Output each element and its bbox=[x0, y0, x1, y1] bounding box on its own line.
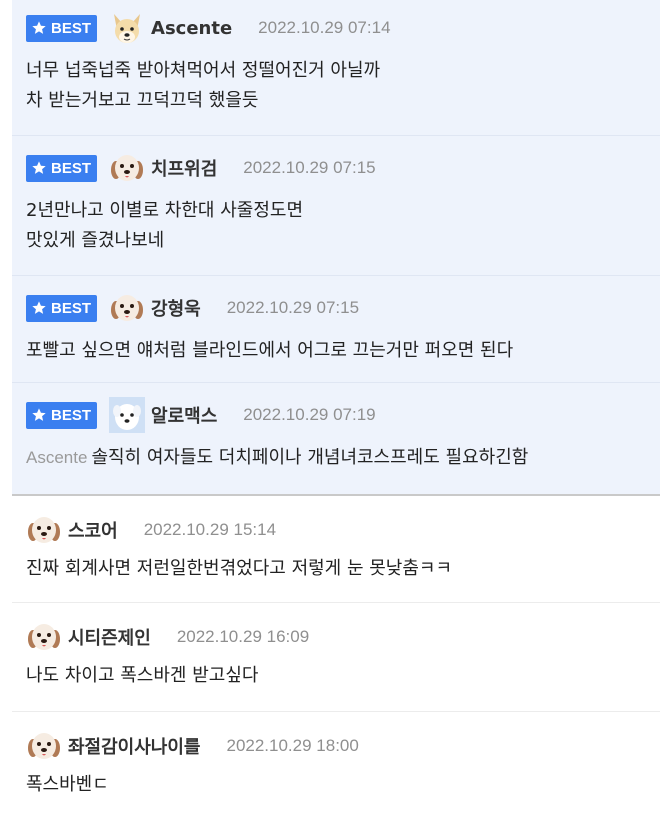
comment-text: 폭스바벤ㄷ bbox=[26, 770, 660, 800]
star-icon bbox=[32, 161, 46, 174]
comment-text: Ascente 솔직히 여자들도 더치페이나 개념녀코스프레도 필요하긴함 bbox=[26, 443, 660, 473]
author-name[interactable]: Ascente bbox=[151, 18, 232, 39]
author-name[interactable]: 치프위검 bbox=[151, 155, 217, 181]
comment-line: 솔직히 여자들도 더치페이나 개념녀코스프레도 필요하긴함 bbox=[91, 447, 529, 468]
best-comment: BEST 알로맥스 2022.10.29 07:19 Ascente 솔직히 여자… bbox=[12, 383, 660, 496]
comment-header: BEST Ascente 2022.10.29 07:14 bbox=[26, 10, 660, 46]
comment: 좌절감이사나이를 2022.10.29 18:00 폭스바벤ㄷ bbox=[12, 712, 660, 812]
comment-time: 2022.10.29 15:14 bbox=[143, 520, 277, 539]
comment-header: 스코어 2022.10.29 15:14 bbox=[26, 512, 660, 548]
comment-line: 2년만나고 이별로 차한대 사줄정도면 bbox=[26, 200, 304, 221]
comment-header: BEST 치프위검 2022.10.29 07:15 bbox=[26, 150, 660, 186]
star-icon bbox=[32, 408, 46, 421]
comment-line: 차 받는거보고 끄덕끄덕 했을듯 bbox=[26, 90, 259, 111]
puppy-avatar-icon[interactable] bbox=[26, 728, 62, 764]
star-icon bbox=[32, 301, 46, 314]
comment: 시티즌제인 2022.10.29 16:09 나도 차이고 폭스바겐 받고싶다 bbox=[12, 603, 660, 712]
reply-mention[interactable]: Ascente bbox=[26, 448, 87, 467]
comment-time: 2022.10.29 07:15 bbox=[226, 298, 360, 317]
best-badge: BEST bbox=[26, 154, 98, 182]
comment-line: 맛있게 즐겼나보네 bbox=[26, 230, 165, 251]
comment-line: 포빨고 싶으면 얘처럼 블라인드에서 어그로 끄는거만 퍼오면 된다 bbox=[26, 340, 514, 361]
white-dog-avatar-icon[interactable] bbox=[109, 397, 146, 433]
comment-header: BEST 알로맥스 2022.10.29 07:19 bbox=[26, 397, 660, 433]
cartoon-dog-avatar-icon[interactable] bbox=[109, 10, 145, 46]
author-name[interactable]: 스코어 bbox=[68, 517, 118, 543]
best-comment: BEST Ascente 2022.10.29 07:14 너무 넙죽넙죽 받아… bbox=[12, 0, 660, 136]
best-comment: BEST 치프위검 2022.10.29 07:15 2년만나고 이별로 차한대… bbox=[12, 136, 660, 276]
comment-line: 너무 넙죽넙죽 받아쳐먹어서 정떨어진거 아닐까 bbox=[26, 60, 381, 81]
author-name[interactable]: 강형욱 bbox=[151, 295, 201, 321]
comment-header: BEST 강형욱 2022.10.29 07:15 bbox=[26, 290, 660, 326]
comment-line: 폭스바벤ㄷ bbox=[26, 774, 109, 795]
comment-time: 2022.10.29 07:19 bbox=[243, 405, 376, 424]
comment-text: 너무 넙죽넙죽 받아쳐먹어서 정떨어진거 아닐까 차 받는거보고 끄덕끄덕 했을… bbox=[26, 56, 660, 116]
author-name[interactable]: 시티즌제인 bbox=[68, 624, 151, 650]
best-comment: BEST 강형욱 2022.10.29 07:15 포빨고 싶으면 얘처럼 블라… bbox=[12, 276, 660, 383]
comment-time: 2022.10.29 07:15 bbox=[243, 158, 376, 177]
comment-text: 포빨고 싶으면 얘처럼 블라인드에서 어그로 끄는거만 퍼오면 된다 bbox=[26, 336, 660, 366]
comment-header: 시티즌제인 2022.10.29 16:09 bbox=[26, 619, 660, 655]
puppy-avatar-icon[interactable] bbox=[109, 290, 145, 326]
best-badge: BEST bbox=[26, 14, 98, 42]
comment: 스코어 2022.10.29 15:14 진짜 회계사면 저런일한번겪었다고 저… bbox=[12, 496, 660, 603]
comment-text: 진짜 회계사면 저런일한번겪었다고 저렇게 눈 못낮춤ㅋㅋ bbox=[26, 554, 660, 584]
comment-text: 2년만나고 이별로 차한대 사줄정도면 맛있게 즐겼나보네 bbox=[26, 196, 660, 256]
star-icon bbox=[32, 21, 46, 34]
best-badge: BEST bbox=[26, 401, 98, 429]
comment-time: 2022.10.29 07:14 bbox=[258, 18, 391, 37]
comment-list: BEST Ascente 2022.10.29 07:14 너무 넙죽넙죽 받아… bbox=[0, 0, 660, 812]
comment-line: 나도 차이고 폭스바겐 받고싶다 bbox=[26, 665, 259, 686]
author-name[interactable]: 알로맥스 bbox=[151, 402, 217, 428]
comment-time: 2022.10.29 16:09 bbox=[176, 627, 310, 646]
author-name[interactable]: 좌절감이사나이를 bbox=[68, 733, 200, 759]
puppy-avatar-icon[interactable] bbox=[109, 150, 145, 186]
comment-text: 나도 차이고 폭스바겐 받고싶다 bbox=[26, 661, 660, 691]
puppy-avatar-icon[interactable] bbox=[26, 619, 62, 655]
best-badge: BEST bbox=[26, 294, 98, 322]
comment-header: 좌절감이사나이를 2022.10.29 18:00 bbox=[26, 728, 660, 764]
puppy-avatar-icon[interactable] bbox=[26, 512, 62, 548]
comment-line: 진짜 회계사면 저런일한번겪었다고 저렇게 눈 못낮춤ㅋㅋ bbox=[26, 558, 453, 579]
comment-time: 2022.10.29 18:00 bbox=[226, 736, 359, 755]
